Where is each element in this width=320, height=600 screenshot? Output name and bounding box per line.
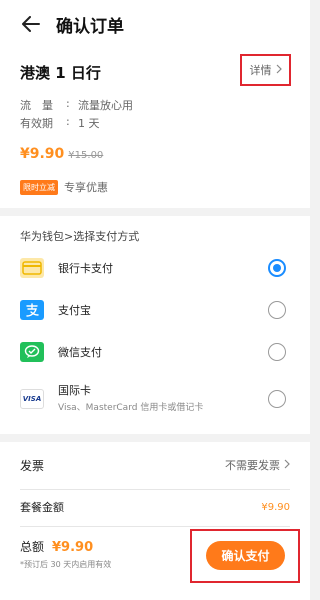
alipay-icon	[20, 300, 44, 320]
radio-unselected[interactable]	[268, 301, 286, 319]
back-arrow-icon[interactable]	[20, 13, 42, 35]
payment-option-alipay[interactable]: 支付宝	[0, 292, 310, 328]
radio-unselected[interactable]	[268, 343, 286, 361]
validity-note: *预订后 30 天内启用有效	[20, 560, 112, 569]
chevron-right-icon	[276, 64, 282, 77]
wechat-pay-icon	[20, 342, 44, 362]
total-value: ¥9.90	[52, 540, 94, 555]
divider	[20, 489, 290, 490]
payment-option-label: 支付宝	[58, 304, 91, 317]
radio-selected[interactable]	[268, 259, 286, 277]
bank-card-icon	[20, 258, 44, 278]
chevron-right-icon	[284, 459, 290, 472]
order-summary-card: 发票 不需要发票 套餐金额 ¥9.90 总额 ¥9.90 *预订后 30 天内启…	[0, 442, 310, 600]
payment-option-label: 国际卡	[58, 384, 91, 397]
payment-option-sub: Visa、MasterCard 信用卡或借记卡	[58, 403, 204, 413]
total-row: 总额 ¥9.90	[20, 538, 93, 555]
payment-card: 华为钱包>选择支付方式 银行卡支付 支付宝 微信支付 VISA 国际卡 Visa…	[0, 216, 310, 434]
payment-option-label: 微信支付	[58, 346, 102, 359]
payment-option-label: 银行卡支付	[58, 262, 113, 275]
info-row-traffic: 流 量 : 流量放心用	[20, 97, 133, 113]
top-bar: 确认订单	[0, 0, 310, 48]
page-title: 确认订单	[56, 16, 124, 37]
info-sep: :	[66, 97, 70, 110]
product-name: 港澳 1 日行	[20, 64, 101, 82]
payment-section-label: 华为钱包>选择支付方式	[20, 230, 140, 243]
pay-button-highlight: 确认支付	[190, 529, 300, 583]
info-row-validity: 有效期 : 1 天	[20, 115, 100, 131]
package-amount-value: ¥9.90	[261, 501, 290, 513]
package-amount-label: 套餐金额	[20, 501, 64, 514]
invoice-label: 发票	[20, 458, 45, 473]
current-price: ¥9.90	[20, 146, 65, 162]
radio-unselected[interactable]	[268, 390, 286, 408]
detail-label: 详情	[249, 64, 272, 77]
divider	[20, 526, 290, 527]
visa-text: VISA	[22, 395, 42, 403]
promo-badge: 限时立减	[20, 179, 58, 195]
invoice-value-wrap: 不需要发票	[225, 457, 290, 473]
confirm-pay-button[interactable]: 确认支付	[206, 541, 285, 570]
payment-option-international-card[interactable]: VISA 国际卡 Visa、MasterCard 信用卡或借记卡	[0, 376, 310, 422]
info-value: 流量放心用	[78, 99, 133, 112]
info-sep: :	[66, 115, 70, 128]
payment-option-wechat[interactable]: 微信支付	[0, 334, 310, 370]
original-price: ¥15.00	[68, 150, 104, 161]
product-card: 港澳 1 日行 详情 流 量 : 流量放心用 有效期 : 1 天 ¥9.90 ¥…	[0, 48, 310, 208]
invoice-value: 不需要发票	[225, 459, 280, 472]
package-amount-row: 套餐金额 ¥9.90	[20, 492, 290, 522]
detail-button[interactable]: 详情	[240, 54, 291, 86]
payment-option-bank-card[interactable]: 银行卡支付	[0, 250, 310, 286]
invoice-row[interactable]: 发票 不需要发票	[20, 450, 290, 480]
price-row: ¥9.90 ¥15.00	[20, 146, 103, 162]
info-key: 流 量	[20, 99, 53, 112]
promo-text: 专享优惠	[64, 181, 108, 194]
info-key: 有效期	[20, 117, 53, 130]
visa-icon: VISA	[20, 389, 44, 409]
total-label: 总额	[20, 540, 45, 554]
promo-row: 限时立减 专享优惠	[20, 179, 108, 195]
info-value: 1 天	[78, 117, 100, 130]
